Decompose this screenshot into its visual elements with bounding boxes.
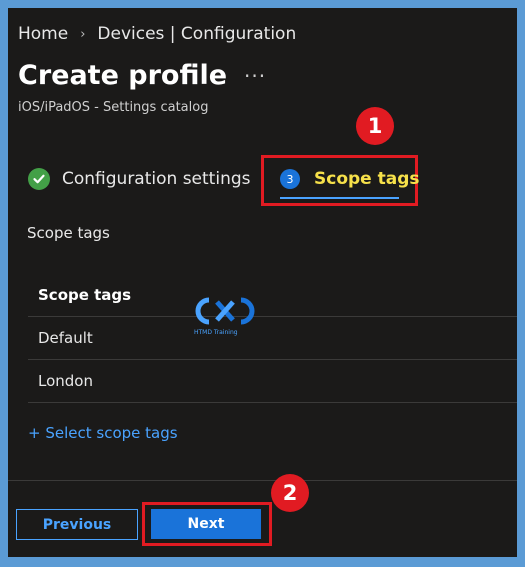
chevron-right-icon: › xyxy=(80,26,86,42)
footer-divider xyxy=(8,480,517,481)
watermark-text: HTMD Training xyxy=(194,329,238,336)
breadcrumb: Home › Devices | Configuration xyxy=(18,24,296,44)
tab-configuration-label: Configuration settings xyxy=(62,169,251,189)
checkmark-icon xyxy=(28,168,50,190)
breadcrumb-current[interactable]: Devices | Configuration xyxy=(97,24,296,44)
table-row[interactable]: Default xyxy=(28,317,517,360)
next-button[interactable]: Next xyxy=(151,509,261,539)
breadcrumb-home[interactable]: Home xyxy=(18,24,68,44)
tab-scope-label: Scope tags xyxy=(314,169,420,189)
page-subtitle: iOS/iPadOS - Settings catalog xyxy=(18,100,209,115)
create-profile-panel: Home › Devices | Configuration Create pr… xyxy=(8,8,517,557)
select-scope-tags-link[interactable]: + Select scope tags xyxy=(28,424,178,442)
scope-tags-table: Scope tags Default London xyxy=(28,274,517,403)
callout-badge-1: 1 xyxy=(356,107,394,145)
table-header: Scope tags xyxy=(28,274,517,317)
tab-scope-tags[interactable]: 3 Scope tags xyxy=(261,155,420,206)
step-number-badge: 3 xyxy=(280,169,300,189)
previous-button[interactable]: Previous xyxy=(16,509,138,540)
next-button-highlight: Next xyxy=(142,502,272,546)
section-label: Scope tags xyxy=(27,224,110,242)
active-tab-indicator xyxy=(280,197,399,199)
callout-badge-2: 2 xyxy=(271,474,309,512)
more-options-icon[interactable]: ··· xyxy=(244,64,266,88)
page-title: Create profile xyxy=(18,60,228,91)
tab-configuration-settings[interactable]: Configuration settings xyxy=(28,168,251,190)
table-row[interactable]: London xyxy=(28,360,517,403)
